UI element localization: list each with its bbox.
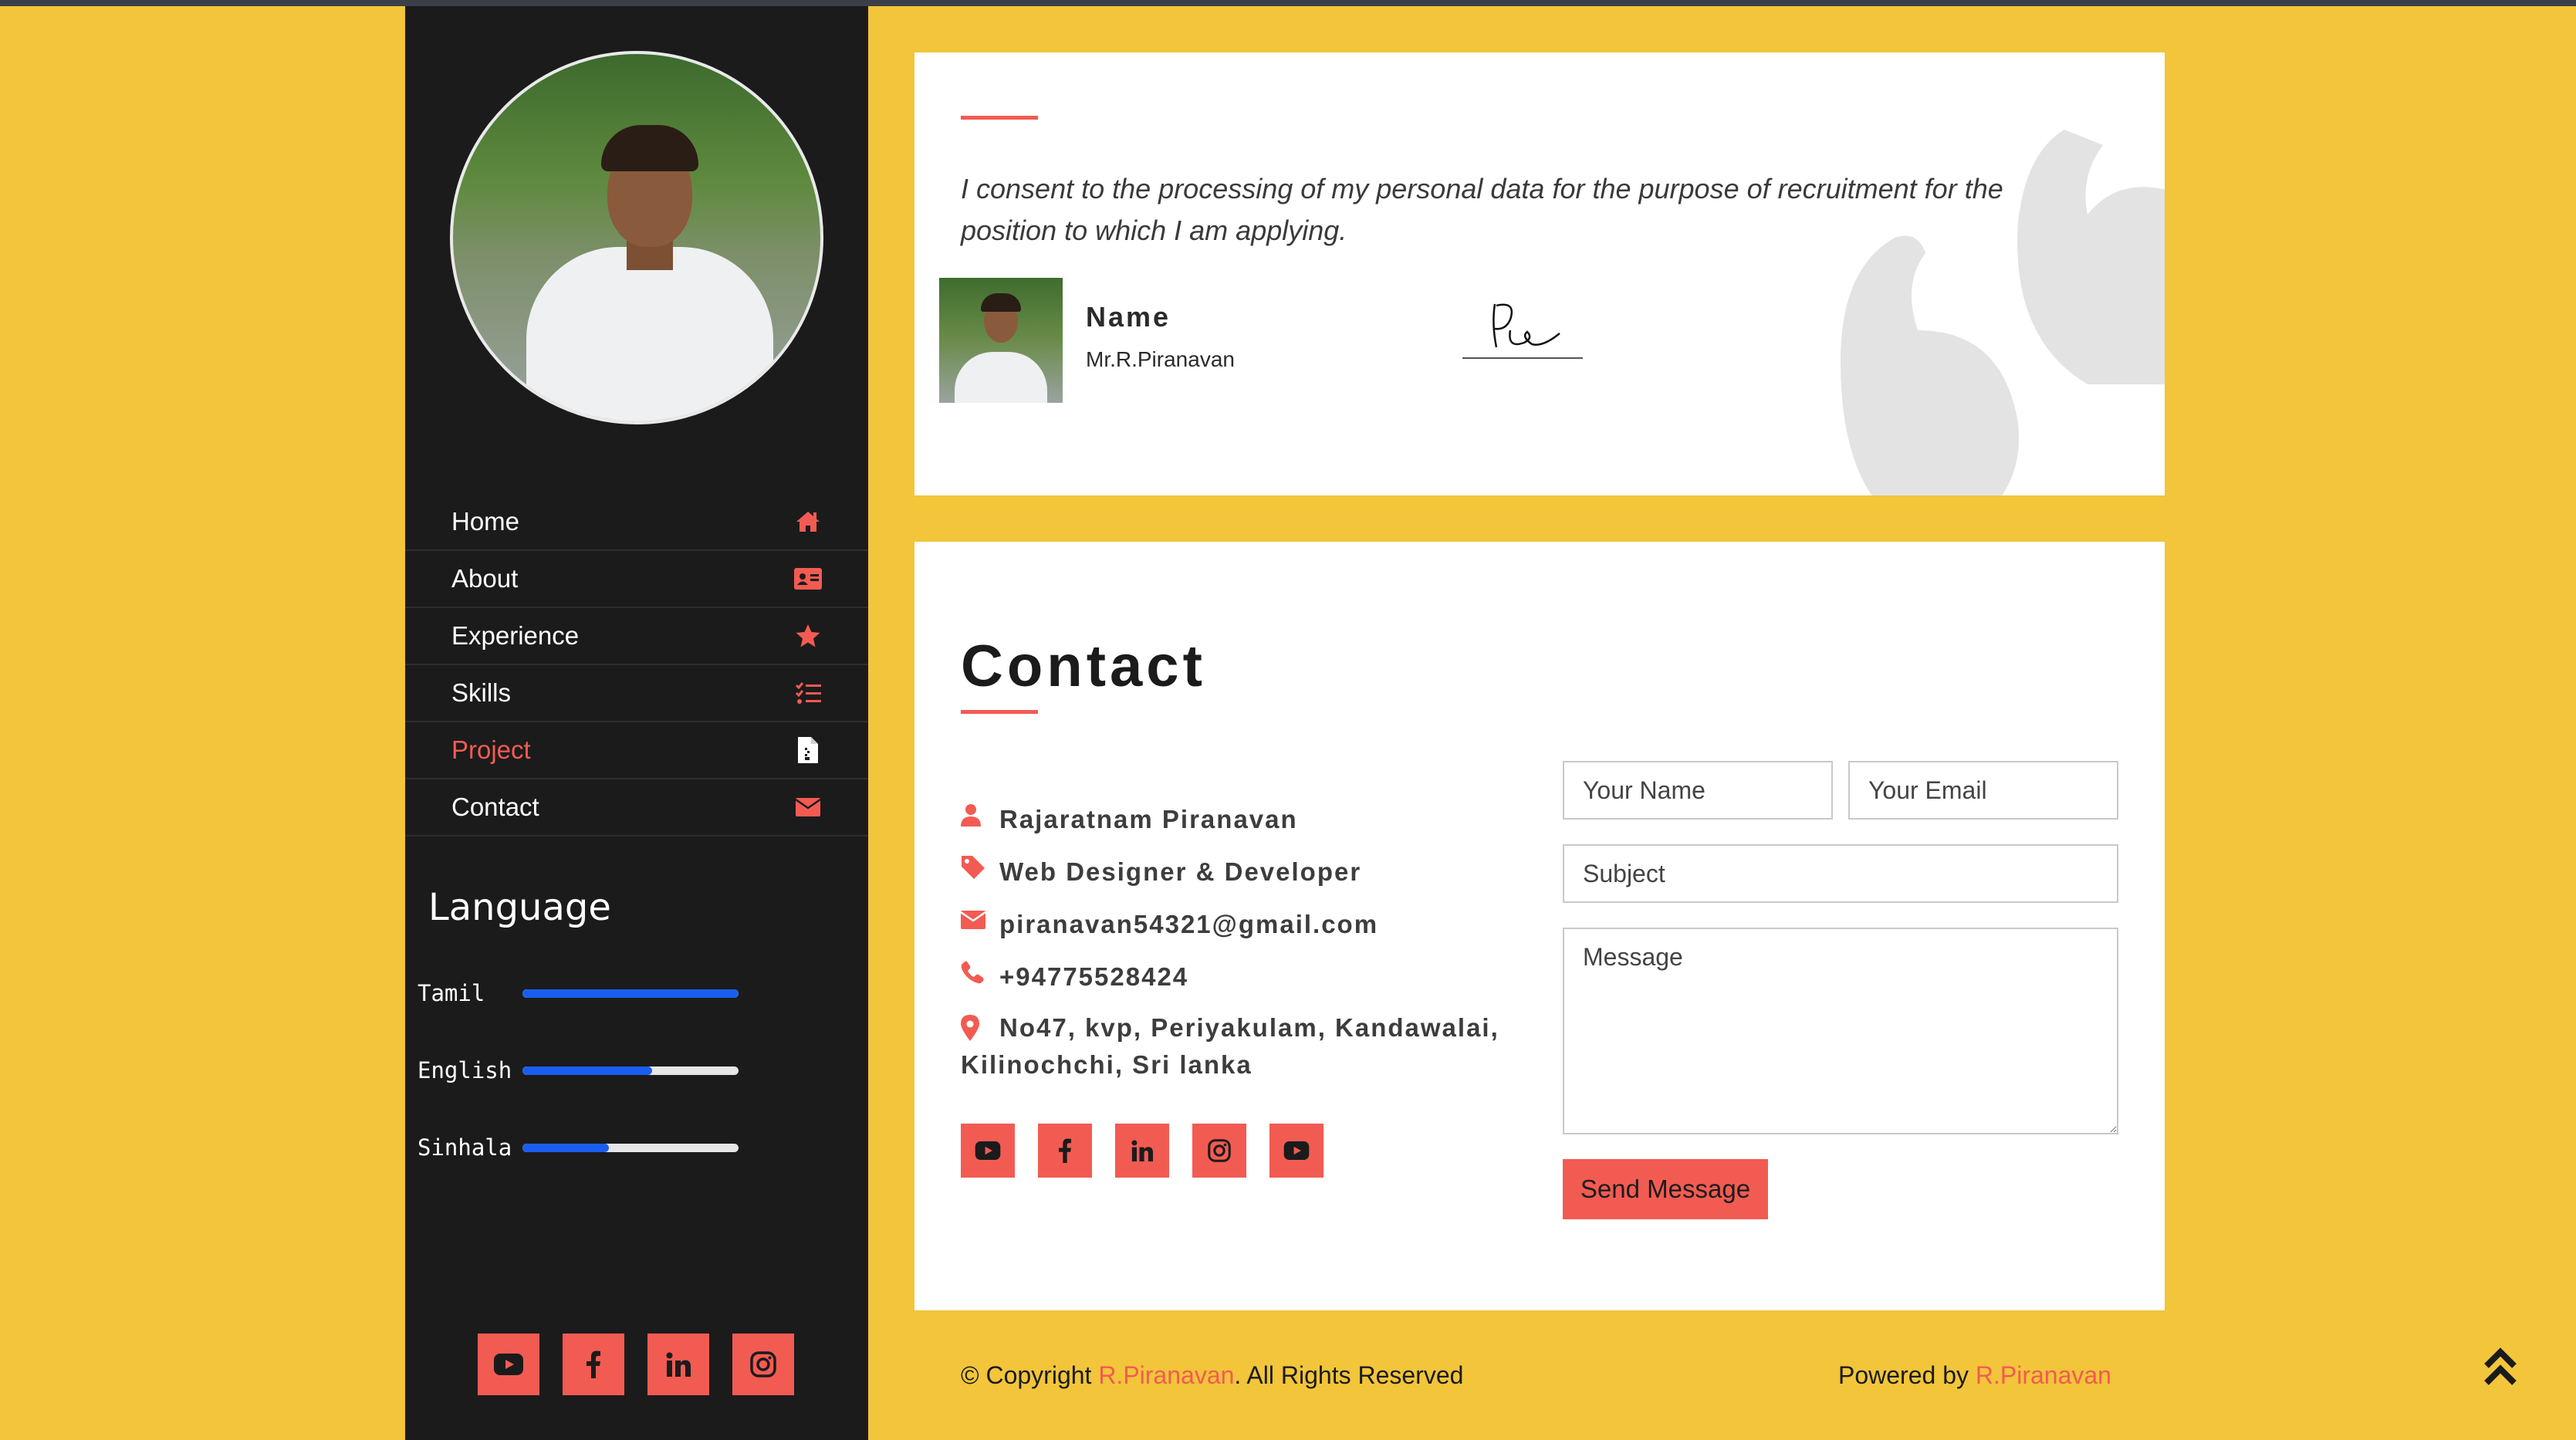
- powered-prefix: Powered by: [1838, 1361, 1976, 1389]
- contact-email-row: piranavan54321@gmail.com: [961, 906, 1378, 943]
- language-name: English: [418, 1057, 512, 1083]
- language-row-tamil: Tamil: [418, 980, 739, 1006]
- nav-label: Skills: [451, 678, 512, 707]
- accent-underline: [961, 710, 1038, 714]
- file-icon: [794, 736, 822, 764]
- youtube-icon[interactable]: [1269, 1124, 1323, 1178]
- phone-icon: [961, 958, 999, 986]
- copyright-prefix: © Copyright: [961, 1361, 1099, 1389]
- accent-underline: [961, 116, 1038, 120]
- nav-item-home[interactable]: Home: [405, 494, 868, 551]
- contact-address-text: No47, kvp, Periyakulam, Kandawalai, Kili…: [961, 1013, 1499, 1079]
- contact-name: Rajaratnam Piranavan: [999, 805, 1298, 833]
- facebook-icon[interactable]: [563, 1334, 624, 1395]
- youtube-icon[interactable]: [478, 1334, 539, 1395]
- name-value: Mr.R.Piranavan: [1086, 347, 1235, 371]
- contact-role: Web Designer & Developer: [999, 857, 1362, 886]
- linkedin-icon[interactable]: [647, 1334, 709, 1395]
- consent-card: I consent to the processing of my person…: [914, 52, 2165, 495]
- name-label: Name: [1086, 301, 1171, 333]
- instagram-icon[interactable]: [732, 1334, 794, 1395]
- id-card-icon: [794, 565, 822, 593]
- instagram-icon[interactable]: [1192, 1124, 1246, 1178]
- checklist-icon: [794, 679, 822, 707]
- sidebar-social-links: [478, 1334, 794, 1395]
- home-icon: [794, 508, 822, 536]
- nav-item-project[interactable]: Project: [405, 722, 868, 779]
- language-progress-bar: [522, 989, 739, 998]
- footer-copyright: © Copyright R.Piranavan. All Rights Rese…: [961, 1361, 1463, 1390]
- facebook-icon[interactable]: [1038, 1124, 1092, 1178]
- contact-heading: Contact: [961, 634, 1206, 699]
- nav-item-experience[interactable]: Experience: [405, 608, 868, 665]
- nav-label: Contact: [451, 793, 539, 821]
- profile-thumbnail: [939, 278, 1063, 403]
- nav-item-skills[interactable]: Skills: [405, 665, 868, 722]
- language-progress-bar: [522, 1066, 739, 1075]
- contact-phone-row: +94775528424: [961, 958, 1188, 995]
- copyright-suffix: . All Rights Reserved: [1234, 1361, 1464, 1389]
- language-progress-bar: [522, 1143, 739, 1152]
- nav-label: Project: [451, 735, 531, 764]
- linkedin-icon[interactable]: [1115, 1124, 1169, 1178]
- contact-social-links: [961, 1124, 1323, 1178]
- send-message-button[interactable]: Send Message: [1563, 1159, 1768, 1219]
- email-input[interactable]: [1848, 761, 2118, 820]
- language-name: Sinhala: [418, 1134, 512, 1161]
- browser-top-border: [0, 0, 2576, 6]
- message-textarea[interactable]: [1563, 928, 2118, 1134]
- sidebar-nav: Home About Experience Skills Project Con…: [405, 494, 868, 837]
- contact-email: piranavan54321@gmail.com: [999, 910, 1379, 938]
- star-icon: [794, 622, 822, 650]
- nav-label: Experience: [451, 621, 580, 650]
- copyright-link[interactable]: R.Piranavan: [1098, 1361, 1234, 1389]
- quote-mark-icon: [1841, 130, 2165, 495]
- language-row-english: English: [418, 1057, 739, 1083]
- tag-icon: [961, 854, 999, 881]
- contact-card: Contact Rajaratnam Piranavan Web Designe…: [914, 542, 2165, 1310]
- language-heading: Language: [428, 886, 611, 929]
- nav-label: Home: [451, 507, 520, 536]
- profile-photo: [450, 51, 823, 424]
- nav-item-contact[interactable]: Contact: [405, 779, 868, 837]
- name-input[interactable]: [1563, 761, 1833, 820]
- language-row-sinhala: Sinhala: [418, 1134, 739, 1161]
- contact-name-row: Rajaratnam Piranavan: [961, 801, 1298, 838]
- sidebar: Home About Experience Skills Project Con…: [405, 6, 868, 1440]
- envelope-icon: [794, 793, 822, 821]
- powered-by-link[interactable]: R.Piranavan: [1976, 1361, 2111, 1389]
- contact-address: No47, kvp, Periyakulam, Kandawalai, Kili…: [961, 1009, 1516, 1083]
- footer-powered-by: Powered by R.Piranavan: [1838, 1361, 2111, 1390]
- nav-item-about[interactable]: About: [405, 551, 868, 608]
- nav-label: About: [451, 564, 519, 593]
- user-icon: [961, 801, 999, 829]
- language-name: Tamil: [418, 980, 485, 1006]
- envelope-icon: [961, 906, 999, 934]
- youtube-icon[interactable]: [961, 1124, 1015, 1178]
- contact-role-row: Web Designer & Developer: [961, 854, 1361, 891]
- contact-phone: +94775528424: [999, 962, 1189, 991]
- subject-input[interactable]: [1563, 844, 2118, 903]
- signature: [1462, 303, 1583, 359]
- scroll-to-top-icon[interactable]: [2483, 1344, 2517, 1388]
